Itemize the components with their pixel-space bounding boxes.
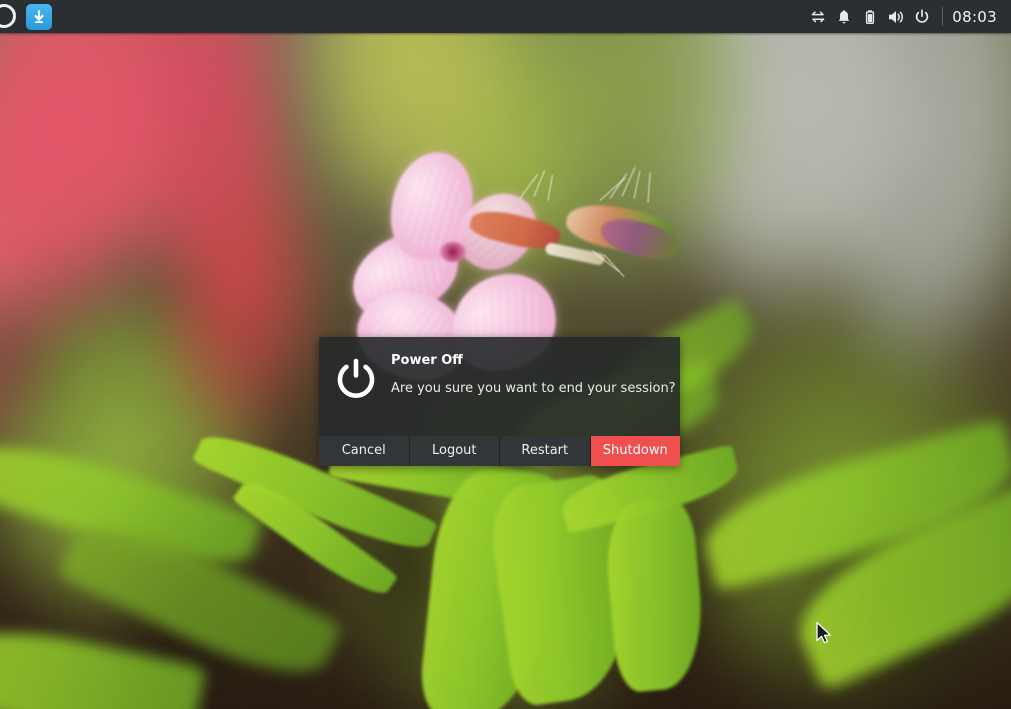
dialog-power-icon-wrap — [333, 355, 379, 401]
tray-battery-button[interactable] — [857, 0, 883, 33]
tray-notifications-button[interactable] — [831, 0, 857, 33]
flower-center — [440, 242, 466, 262]
dialog-title: Power Off — [391, 353, 463, 368]
power-icon — [337, 358, 375, 398]
battery-icon — [866, 9, 875, 24]
shutdown-button[interactable]: Shutdown — [590, 436, 680, 466]
tray-separator — [942, 7, 944, 26]
cancel-button[interactable]: Cancel — [319, 436, 410, 466]
whisker-menu-button[interactable] — [0, 0, 20, 33]
download-arrow-icon — [34, 9, 44, 23]
system-tray: 08:03 — [805, 0, 1011, 33]
dialog-body: Power Off Are you sure you want to end y… — [319, 337, 680, 401]
power-icon — [916, 8, 929, 23]
updates-launcher-button[interactable] — [26, 3, 52, 30]
panel-clock[interactable]: 08:03 — [952, 8, 1003, 26]
dialog-message: Are you sure you want to end your sessio… — [391, 381, 676, 396]
top-panel: 08:03 — [0, 0, 1011, 33]
panel-launchers — [0, 0, 52, 33]
circle-ring-icon — [0, 4, 16, 28]
tray-volume-button[interactable] — [883, 0, 909, 33]
speaker-volume-icon — [889, 10, 904, 23]
dialog-text: Power Off Are you sure you want to end y… — [391, 350, 676, 397]
network-transfer-icon — [812, 10, 825, 22]
tray-network-button[interactable] — [805, 0, 831, 33]
desktop-screen: 08:03 Power Off Are you sure you want to… — [0, 0, 1011, 709]
power-off-dialog: Power Off Are you sure you want to end y… — [319, 337, 680, 466]
dialog-button-row: Cancel Logout Restart Shutdown — [319, 436, 680, 466]
tray-power-button[interactable] — [909, 0, 935, 33]
logout-button[interactable]: Logout — [409, 436, 500, 466]
restart-button[interactable]: Restart — [500, 436, 591, 466]
bell-icon — [839, 9, 850, 23]
